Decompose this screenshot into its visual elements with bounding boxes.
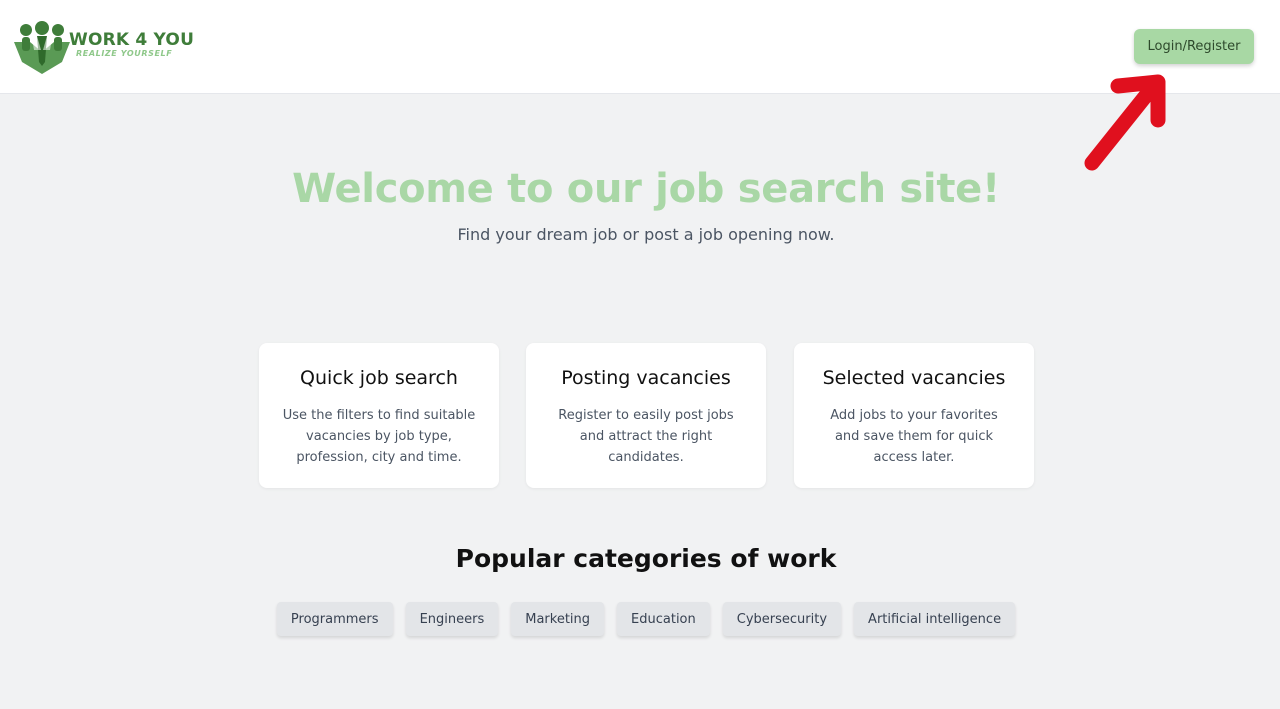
feature-card-text: Add jobs to your favorites and save them… [830, 408, 998, 465]
red-arrow-annotation [1084, 74, 1166, 171]
category-chip-row: Programmers Engineers Marketing Educatio… [0, 602, 1280, 636]
feature-card-selected-vacancies: Selected vacancies Add jobs to your favo… [794, 343, 1034, 488]
login-register-button[interactable]: Login/Register [1134, 29, 1254, 64]
hero-subtitle: Find your dream job or post a job openin… [457, 225, 835, 244]
feature-card-title: Posting vacancies [561, 367, 731, 389]
feature-card-title: Quick job search [300, 367, 458, 389]
categories-title: Popular categories of work [455, 544, 837, 573]
category-chip-marketing[interactable]: Marketing [511, 602, 605, 636]
feature-card-text: Register to easily post jobs and attract… [558, 408, 734, 465]
site-logo[interactable]: WORK 4 YOU REALIZE YOURSELF [12, 20, 194, 76]
logo-title: WORK 4 YOU [69, 30, 195, 50]
category-chip-artificial-intelligence[interactable]: Artificial intelligence [854, 602, 1016, 636]
feature-card-posting-vacancies: Posting vacancies Register to easily pos… [526, 343, 766, 488]
page: WORK 4 YOU REALIZE YOURSELF Login/Regist… [0, 0, 1280, 709]
logo-tagline: REALIZE YOURSELF [76, 49, 173, 58]
category-chip-education[interactable]: Education [617, 602, 710, 636]
feature-card-title: Selected vacancies [822, 367, 1006, 389]
hero-title: Welcome to our job search site! [292, 166, 1000, 212]
feature-card-quick-search: Quick job search Use the filters to find… [259, 343, 499, 488]
category-chip-cybersecurity[interactable]: Cybersecurity [722, 602, 842, 636]
category-chip-programmers[interactable]: Programmers [276, 602, 393, 636]
people-group-icon [14, 21, 70, 74]
category-chip-engineers[interactable]: Engineers [405, 602, 499, 636]
feature-card-text: Use the filters to find suitable vacanci… [282, 408, 476, 465]
